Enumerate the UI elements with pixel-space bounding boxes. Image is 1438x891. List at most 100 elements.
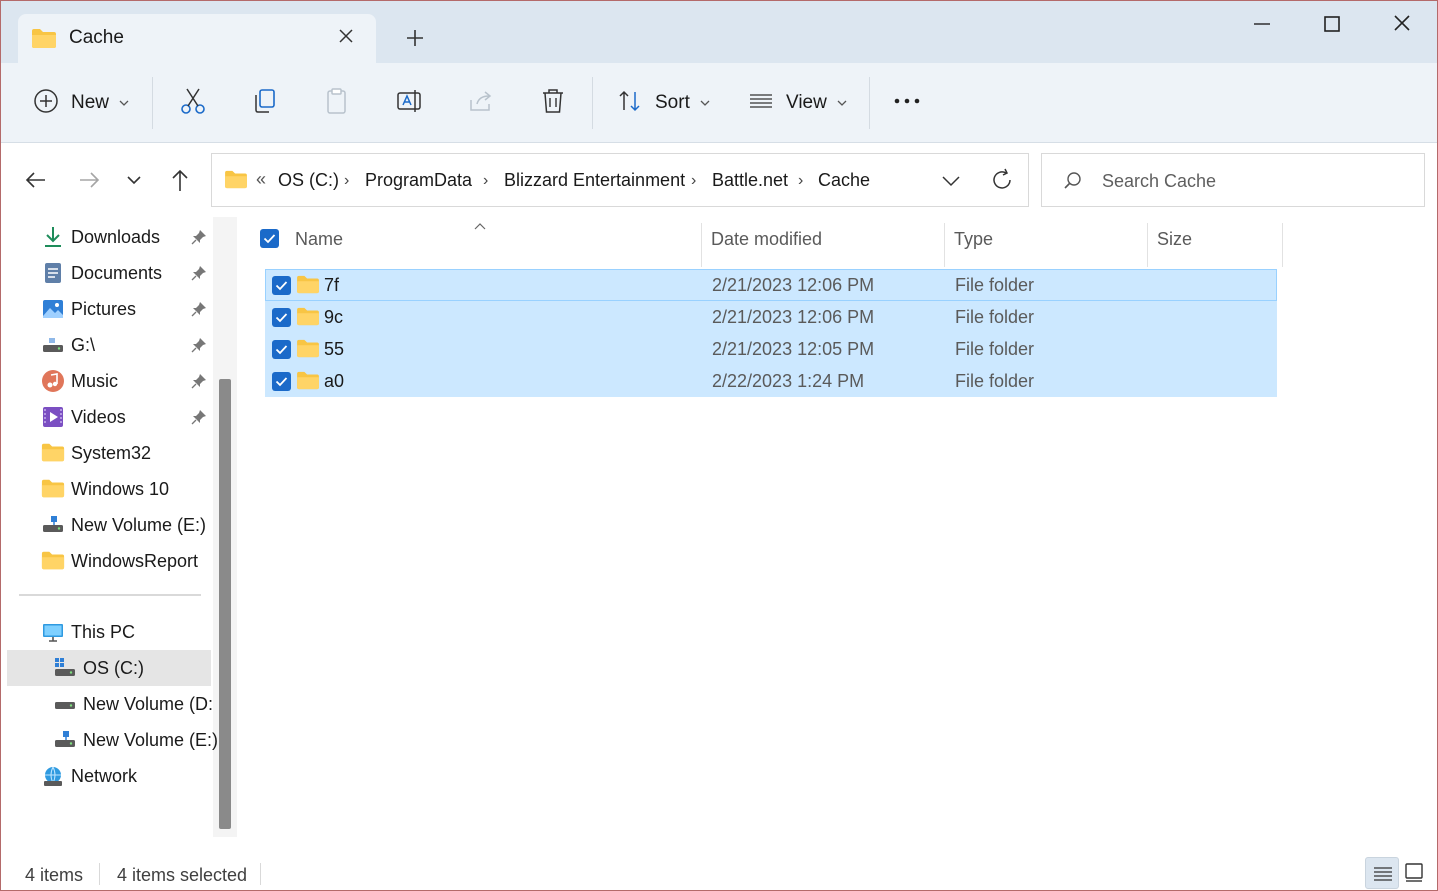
up-arrow-icon[interactable] [167, 167, 193, 193]
new-button[interactable]: New [33, 85, 129, 121]
pin-icon [191, 337, 207, 353]
column-header-size[interactable]: Size [1157, 229, 1192, 250]
folder-icon [296, 274, 320, 299]
details-view-button[interactable] [1365, 857, 1399, 889]
file-name: 7f [324, 275, 340, 295]
tiles-view-icon[interactable] [1403, 861, 1425, 888]
sidebar-item-pictures[interactable]: Pictures [41, 291, 136, 327]
sidebar-item-g-drive[interactable]: G:\ [41, 327, 95, 363]
sidebar-item-new-volume-e-drive[interactable]: New Volume (E:) [53, 722, 218, 758]
column-header-date-modified[interactable]: Date modified [711, 229, 822, 250]
network-drive-icon [41, 513, 65, 537]
file-explorer-window: Cache New Sort View « OS (C:) › ProgramD… [0, 0, 1438, 891]
sidebar-item-videos[interactable]: Videos [41, 399, 126, 435]
tab-title: Cache [69, 27, 124, 48]
folder-icon [296, 370, 320, 395]
row-checkbox[interactable] [272, 340, 291, 359]
new-tab-icon[interactable] [404, 27, 426, 49]
address-bar[interactable]: « OS (C:) › ProgramData › Blizzard Enter… [211, 153, 1029, 207]
table-row[interactable]: a0 2/22/2023 1:24 PM File folder [265, 365, 1277, 397]
minimize-icon[interactable] [1247, 11, 1277, 37]
new-label: New [71, 92, 110, 113]
close-window-icon[interactable] [1387, 11, 1417, 37]
table-row[interactable]: 55 2/21/2023 12:05 PM File folder [265, 333, 1277, 365]
sidebar-item-this-pc[interactable]: This PC [41, 614, 135, 650]
column-divider[interactable] [944, 223, 945, 267]
sidebar-scrollbar-thumb[interactable] [219, 379, 231, 829]
folder-icon [41, 477, 65, 501]
sort-button[interactable]: Sort [617, 85, 710, 121]
see-more-button[interactable] [893, 85, 921, 121]
breadcrumb-os-c[interactable]: OS (C:) [278, 170, 339, 191]
column-header-name[interactable]: Name [295, 229, 343, 250]
breadcrumb-cache[interactable]: Cache [818, 170, 870, 191]
share-button[interactable] [467, 85, 495, 121]
file-date-modified: 2/21/2023 12:05 PM [712, 339, 875, 359]
table-row[interactable]: 7f 2/21/2023 12:06 PM File folder [265, 269, 1277, 301]
sidebar-item-new-volume-d[interactable]: New Volume (D: [53, 686, 213, 722]
column-header-type[interactable]: Type [954, 229, 993, 250]
sort-ascending-caret-icon [474, 217, 486, 235]
details-view-icon [1372, 864, 1394, 889]
sidebar-item-network[interactable]: Network [41, 758, 137, 794]
pin-icon [191, 229, 207, 245]
copy-icon [251, 86, 279, 121]
maximize-icon[interactable] [1317, 11, 1347, 37]
navigation-row: « OS (C:) › ProgramData › Blizzard Enter… [1, 143, 1437, 217]
recent-locations-chevron-icon[interactable] [121, 167, 147, 193]
file-type: File folder [955, 307, 1035, 327]
chevron-down-icon [119, 94, 129, 112]
breadcrumb-battle-net[interactable]: Battle.net [712, 170, 788, 191]
folder-icon [41, 549, 65, 573]
row-checkbox[interactable] [272, 308, 291, 327]
forward-arrow-icon[interactable] [76, 167, 102, 193]
column-divider[interactable] [1282, 223, 1283, 267]
search-box[interactable]: Search Cache [1041, 153, 1425, 207]
file-type: File folder [955, 275, 1035, 295]
sidebar-item-windows-10[interactable]: Windows 10 [41, 471, 169, 507]
file-date-modified: 2/22/2023 1:24 PM [712, 371, 865, 391]
sidebar-item-windowsreport[interactable]: WindowsReport [41, 543, 198, 579]
copy-button[interactable] [251, 85, 279, 121]
tab-cache[interactable]: Cache [18, 14, 376, 63]
address-history-chevron-icon[interactable] [940, 170, 962, 197]
sidebar-item-music[interactable]: Music [41, 363, 118, 399]
back-arrow-icon[interactable] [23, 167, 49, 193]
delete-button[interactable] [539, 85, 567, 121]
folder-icon [296, 338, 320, 363]
column-divider[interactable] [701, 223, 702, 267]
status-divider [99, 863, 100, 885]
row-checkbox[interactable] [272, 372, 291, 391]
breadcrumb-chevron-icon[interactable]: › [483, 172, 488, 190]
breadcrumb-programdata[interactable]: ProgramData [365, 170, 472, 191]
table-row[interactable]: 9c 2/21/2023 12:06 PM File folder [265, 301, 1277, 333]
sidebar-item-label: Downloads [71, 226, 161, 247]
breadcrumb-chevron-icon[interactable]: › [344, 172, 349, 190]
breadcrumb-chevron-icon[interactable]: › [798, 172, 803, 190]
sidebar-item-label: New Volume (E:) [83, 729, 219, 750]
sidebar-item-label: New Volume (E:) [71, 514, 207, 535]
sidebar-item-downloads[interactable]: Downloads [41, 219, 160, 255]
breadcrumb-blizzard-entertainment[interactable]: Blizzard Entertainment [504, 170, 685, 191]
sidebar-item-os-c[interactable]: OS (C:) [53, 650, 144, 686]
more-dots-icon [893, 88, 921, 119]
toolbar-divider [869, 77, 870, 129]
view-button[interactable]: View [748, 85, 847, 121]
rename-button[interactable] [395, 85, 423, 121]
row-checkbox[interactable] [272, 276, 291, 295]
refresh-icon[interactable] [990, 168, 1014, 197]
paste-button[interactable] [323, 85, 351, 121]
close-tab-icon[interactable] [336, 26, 356, 46]
breadcrumb-chevron-icon[interactable]: › [691, 172, 696, 190]
cut-button[interactable] [179, 85, 207, 121]
breadcrumb-overflow[interactable]: « [256, 169, 266, 190]
sidebar-item-label: WindowsReport [71, 550, 199, 571]
trash-icon [539, 86, 567, 121]
music-icon [41, 369, 65, 393]
sidebar-item-system32[interactable]: System32 [41, 435, 151, 471]
sidebar-item-documents[interactable]: Documents [41, 255, 162, 291]
select-all-checkbox[interactable] [260, 229, 279, 248]
column-divider[interactable] [1147, 223, 1148, 267]
sidebar-item-new-volume-e[interactable]: New Volume (E:) [41, 507, 206, 543]
view-lines-icon [748, 88, 774, 119]
